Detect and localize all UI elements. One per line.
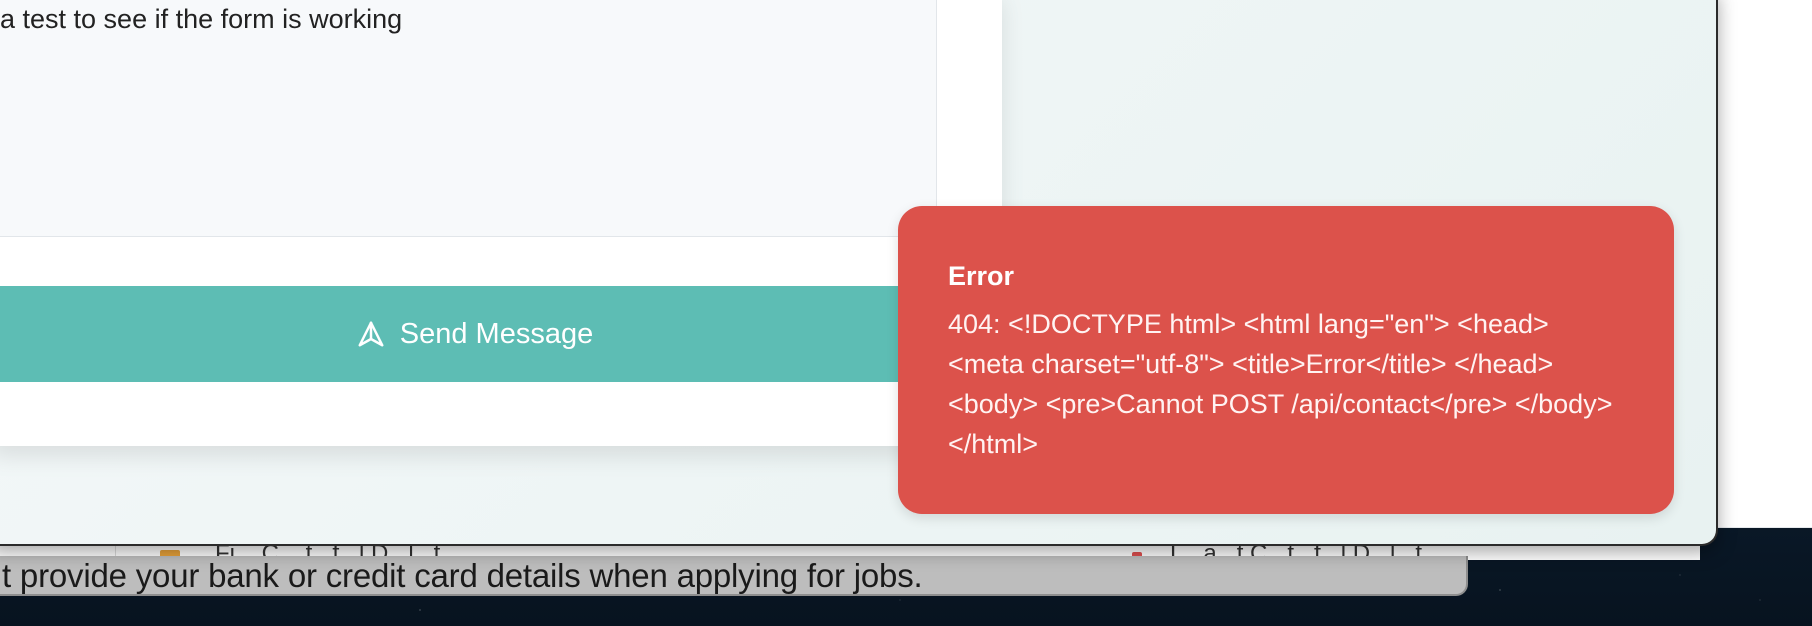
notification-text: t provide your bank or credit card detai… — [2, 557, 923, 594]
send-icon — [358, 321, 384, 347]
error-toast-title: Error — [948, 261, 1015, 291]
send-button-label: Send Message — [399, 317, 594, 350]
message-text: a test to see if the form is working — [0, 4, 403, 34]
error-toast[interactable]: Error 404: <!DOCTYPE html> <html lang="e… — [898, 206, 1674, 514]
message-textarea[interactable]: a test to see if the form is working — [0, 0, 937, 237]
error-toast-message: 404: <!DOCTYPE html> <html lang="en"> <h… — [948, 309, 1613, 459]
send-message-button[interactable]: Send Message — [0, 286, 937, 382]
contact-form-card: a test to see if the form is working Sen… — [0, 0, 1002, 446]
